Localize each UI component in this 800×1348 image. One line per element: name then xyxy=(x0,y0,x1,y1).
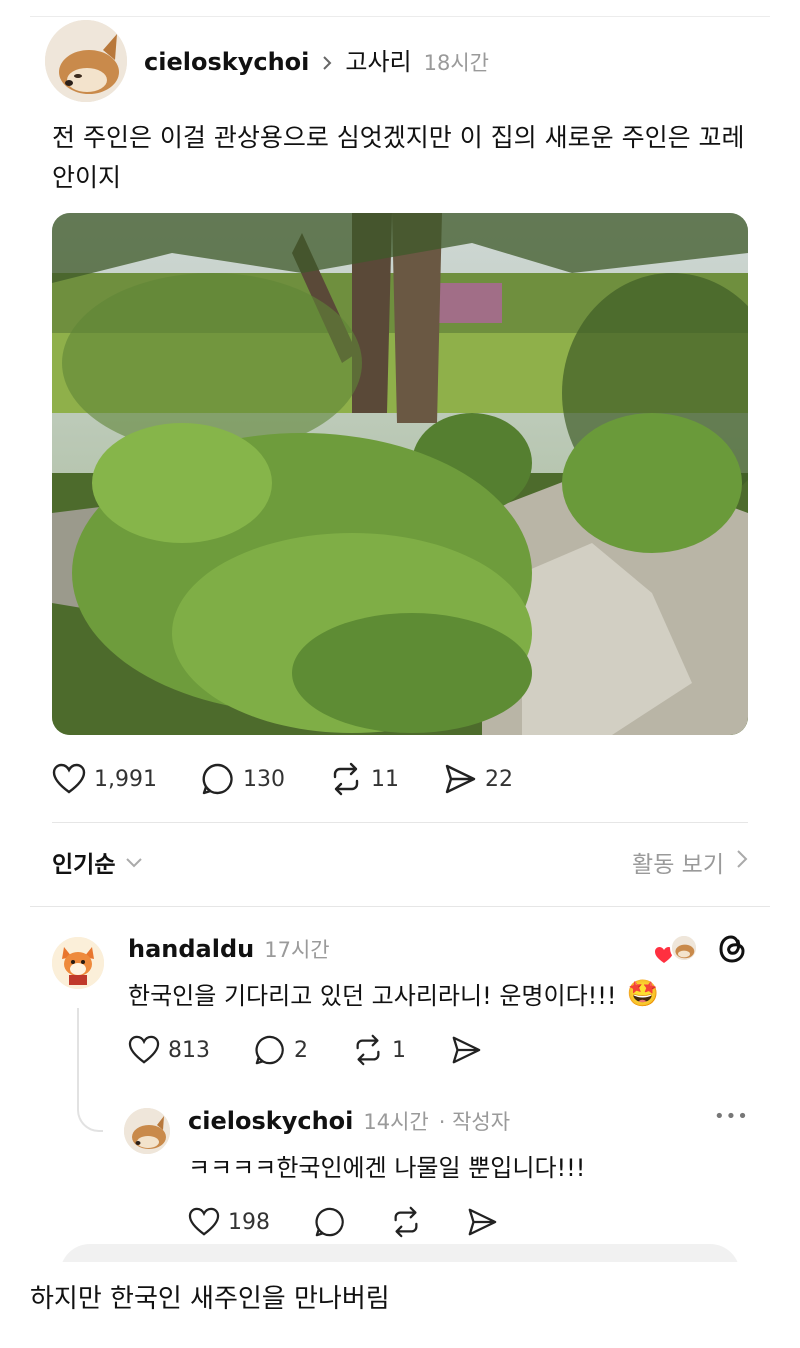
sort-divider xyxy=(30,906,770,907)
speech-bubble-icon xyxy=(254,1034,286,1066)
reply-actions: 198 xyxy=(188,1206,498,1238)
reply-repost-button[interactable] xyxy=(390,1206,422,1238)
comment-repost-button[interactable]: 1 xyxy=(352,1034,406,1066)
like-count: 1,991 xyxy=(94,766,157,792)
top-divider xyxy=(30,16,770,17)
reply-share-button[interactable] xyxy=(466,1206,498,1238)
heart-icon xyxy=(128,1035,160,1065)
send-icon xyxy=(443,762,477,796)
reply-like-button[interactable]: 198 xyxy=(188,1206,270,1238)
speech-bubble-icon xyxy=(201,762,235,796)
send-icon xyxy=(466,1206,498,1238)
like-button[interactable]: 1,991 xyxy=(52,762,157,796)
comment-body: 한국인을 기다리고 있던 고사리라니! 운명이다!!! 🤩 xyxy=(128,976,659,1011)
comment-username[interactable]: handaldu xyxy=(128,935,254,963)
view-activity-label: 활동 보기 xyxy=(632,852,724,878)
comment-reply-button[interactable]: 2 xyxy=(254,1034,308,1066)
share-button[interactable]: 22 xyxy=(443,762,513,796)
star-struck-emoji: 🤩 xyxy=(626,978,659,1009)
author-tag: · 작성자 xyxy=(438,1110,511,1134)
comment-share-button[interactable] xyxy=(450,1034,482,1066)
comment-count: 130 xyxy=(242,766,285,792)
reply-username[interactable]: cieloskychoi xyxy=(188,1107,353,1135)
fern-garden-photo xyxy=(52,213,748,735)
post-actions: 1,991 130 11 22 xyxy=(52,762,513,796)
post-username[interactable]: cieloskychoi xyxy=(144,48,309,76)
post-author-avatar[interactable] xyxy=(45,20,127,102)
post-header: cieloskychoi 고사리 18시간 xyxy=(144,42,489,77)
more-options-icon[interactable]: ••• xyxy=(714,1106,749,1127)
commenter-avatar[interactable] xyxy=(52,937,104,989)
send-icon xyxy=(450,1034,482,1066)
repost-icon xyxy=(390,1206,422,1238)
heart-icon xyxy=(52,763,86,795)
comment-actions: 813 2 1 xyxy=(128,1034,482,1066)
comment-repost-count: 1 xyxy=(392,1037,406,1063)
comment-time: 17시간 xyxy=(264,938,330,962)
view-activity-link[interactable]: 활동 보기 xyxy=(632,845,748,879)
liked-by-author-badge[interactable] xyxy=(652,934,700,966)
reply-author-avatar[interactable] xyxy=(124,1108,170,1154)
comment-header: handaldu 17시간 xyxy=(128,934,330,964)
sort-dropdown[interactable]: 인기순 xyxy=(52,845,143,879)
caption-text: 하지만 한국인 새주인을 만나버림 xyxy=(30,1284,390,1314)
sort-bar: 인기순 활동 보기 xyxy=(52,845,748,879)
post-time: 18시간 xyxy=(423,51,489,75)
repost-icon xyxy=(329,762,363,796)
comment-text: 한국인을 기다리고 있던 고사리라니! 운명이다!!! xyxy=(128,982,617,1010)
reply-text: ㅋㅋㅋㅋ한국인에겐 나물일 뿐입니다!!! xyxy=(188,1154,586,1182)
fox-avatar-image xyxy=(52,937,104,989)
shiba-dog-avatar-image xyxy=(124,1108,170,1154)
stats-divider xyxy=(52,822,748,823)
post-text: 전 주인은 이걸 관상용으로 심엇겠지만 이 집의 새로운 주인은 꼬레안이지 xyxy=(52,123,745,192)
heart-icon xyxy=(188,1207,220,1237)
reply-time: 14시간 xyxy=(363,1110,429,1134)
chevron-right-icon xyxy=(736,849,748,875)
comment-button[interactable]: 130 xyxy=(201,762,285,796)
comment-like-button[interactable]: 813 xyxy=(128,1034,210,1066)
thread-connector xyxy=(77,1008,103,1132)
reply-like-count: 198 xyxy=(228,1209,270,1235)
post-topic[interactable]: 고사리 xyxy=(345,42,411,77)
sort-label: 인기순 xyxy=(52,852,116,878)
post-image[interactable] xyxy=(52,213,748,735)
repost-icon xyxy=(352,1034,384,1066)
reply-comment-button[interactable] xyxy=(314,1206,346,1238)
speech-bubble-icon xyxy=(314,1206,346,1238)
repost-count: 11 xyxy=(370,766,399,792)
chevron-down-icon xyxy=(125,849,143,875)
chevron-right-icon xyxy=(321,55,333,71)
share-count: 22 xyxy=(484,766,513,792)
comment-reply-count: 2 xyxy=(294,1037,308,1063)
author-mini-avatar xyxy=(670,934,698,962)
threads-logo-icon[interactable] xyxy=(716,932,748,966)
shiba-dog-avatar-image xyxy=(45,20,127,102)
comment-like-count: 813 xyxy=(168,1037,210,1063)
reply-header: cieloskychoi 14시간 · 작성자 xyxy=(188,1106,510,1136)
repost-button[interactable]: 11 xyxy=(329,762,399,796)
